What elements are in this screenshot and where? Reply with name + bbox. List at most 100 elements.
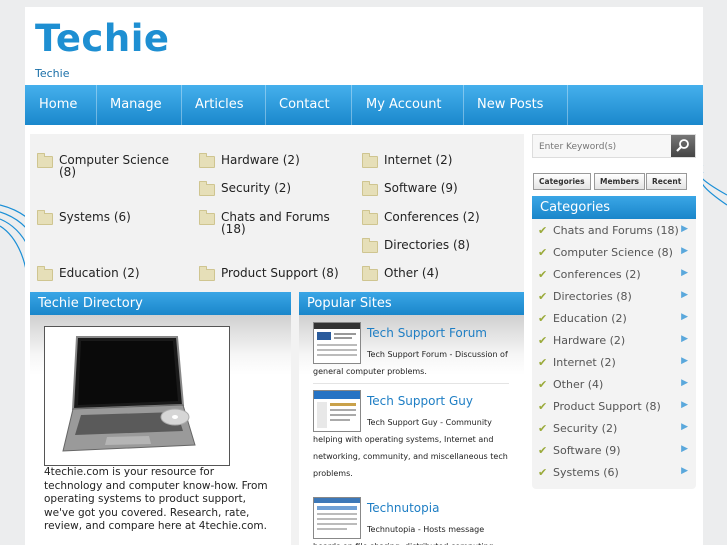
check-icon: ✔: [538, 466, 548, 479]
nav-new-posts[interactable]: New Posts: [463, 85, 568, 125]
site-link-tech-support-guy[interactable]: Tech Support Guy: [367, 394, 473, 408]
arrow-right-icon: ▶: [681, 290, 688, 300]
directory-description: 4techie.com is your resource for technol…: [44, 466, 268, 532]
tab-members[interactable]: Members: [594, 173, 645, 190]
sidebar-item-label: Systems (6): [553, 466, 619, 479]
category-label: Conferences (2): [384, 210, 480, 224]
sidebar-item-chats-and-forums[interactable]: ✔ Chats and Forums (18) ▶: [532, 222, 696, 242]
site-description: Technutopia - Hosts message boards on fi…: [313, 525, 494, 545]
check-icon: ✔: [538, 444, 548, 457]
nav-manage[interactable]: Manage: [96, 85, 182, 125]
check-icon: ✔: [538, 312, 548, 325]
sidebar-tabs: Categories Members Recent: [532, 173, 696, 191]
arrow-right-icon: ▶: [681, 268, 688, 278]
sidebar-item-computer-science[interactable]: ✔ Computer Science (8) ▶: [532, 244, 696, 264]
site-link-tech-support-forum[interactable]: Tech Support Forum: [367, 326, 487, 340]
check-icon: ✔: [538, 378, 548, 391]
arrow-right-icon: ▶: [681, 246, 688, 256]
search-box: [532, 134, 696, 159]
category-label: Computer Science (8): [59, 153, 169, 179]
arrow-right-icon: ▶: [681, 356, 688, 366]
folder-icon: [362, 210, 378, 225]
sidebar-item-label: Computer Science (8): [553, 246, 673, 259]
folder-icon: [199, 153, 215, 168]
nav-contact[interactable]: Contact: [265, 85, 352, 125]
main-content: Computer Science (8) Hardware (2) Intern…: [30, 134, 524, 545]
folder-icon: [362, 238, 378, 253]
site-title[interactable]: Techie: [35, 17, 169, 60]
arrow-right-icon: ▶: [681, 312, 688, 322]
arrow-right-icon: ▶: [681, 224, 688, 234]
sidebar-item-label: Software (9): [553, 444, 621, 457]
check-icon: ✔: [538, 290, 548, 303]
sidebar-item-label: Hardware (2): [553, 334, 626, 347]
popular-site-entry[interactable]: Technutopia Technutopia - Hosts message …: [299, 491, 510, 545]
folder-icon: [362, 266, 378, 281]
page-container: Techie Techie Home Manage Articles Conta…: [25, 7, 703, 545]
directory-box: 4techie.com is your resource for technol…: [30, 315, 291, 545]
category-label: Software (9): [384, 181, 458, 195]
main-nav: Home Manage Articles Contact My Account …: [25, 85, 703, 125]
search-icon: [676, 139, 689, 152]
search-button[interactable]: [671, 135, 695, 157]
categories-panel: Categories ✔ Chats and Forums (18) ▶ ✔ Comp…: [532, 196, 696, 489]
nav-home[interactable]: Home: [25, 85, 97, 125]
tab-recent[interactable]: Recent: [646, 173, 688, 190]
sidebar-item-product-support[interactable]: ✔ Product Support (8) ▶: [532, 398, 696, 418]
folder-icon: [362, 153, 378, 168]
sidebar-item-label: Security (2): [553, 422, 618, 435]
folder-icon: [37, 153, 53, 168]
arrow-right-icon: ▶: [681, 444, 688, 454]
categories-heading: Categories: [532, 196, 696, 219]
sidebar-item-conferences[interactable]: ✔ Conferences (2) ▶: [532, 266, 696, 286]
site-description: Tech Support Forum - Discussion of gener…: [313, 350, 508, 376]
check-icon: ✔: [538, 400, 548, 413]
arrow-right-icon: ▶: [681, 400, 688, 410]
nav-articles[interactable]: Articles: [181, 85, 266, 125]
nav-my-account[interactable]: My Account: [352, 85, 464, 125]
check-icon: ✔: [538, 268, 548, 281]
popular-sites-heading: Popular Sites: [299, 292, 524, 315]
tab-categories[interactable]: Categories: [533, 173, 591, 190]
sidebar-item-label: Education (2): [553, 312, 627, 325]
folder-icon: [37, 210, 53, 225]
check-icon: ✔: [538, 224, 548, 237]
sidebar-item-directories[interactable]: ✔ Directories (8) ▶: [532, 288, 696, 308]
search-input[interactable]: [533, 135, 679, 159]
popular-sites-box: Tech Support Forum Tech Support Forum - …: [299, 315, 524, 545]
sidebar-item-label: Other (4): [553, 378, 604, 391]
sidebar-item-systems[interactable]: ✔ Systems (6) ▶: [532, 464, 696, 484]
sidebar-item-security[interactable]: ✔ Security (2) ▶: [532, 420, 696, 440]
sidebar-item-label: Product Support (8): [553, 400, 661, 413]
sidebar-item-label: Internet (2): [553, 356, 616, 369]
category-label: Product Support (8): [221, 266, 339, 280]
category-label: Systems (6): [59, 210, 131, 224]
category-label: Security (2): [221, 181, 292, 195]
sidebar-item-hardware[interactable]: ✔ Hardware (2) ▶: [532, 332, 696, 352]
category-grid: Computer Science (8) Hardware (2) Intern…: [30, 134, 524, 284]
sidebar-item-label: Conferences (2): [553, 268, 641, 281]
arrow-right-icon: ▶: [681, 378, 688, 388]
popular-site-entry[interactable]: Tech Support Guy Tech Support Guy - Comm…: [299, 385, 510, 485]
folder-icon: [37, 266, 53, 281]
sidebar-item-software[interactable]: ✔ Software (9) ▶: [532, 442, 696, 462]
laptop-icon: [62, 336, 196, 452]
folder-icon: [199, 181, 215, 196]
sidebar-item-label: Directories (8): [553, 290, 632, 303]
category-label: Directories (8): [384, 238, 470, 252]
sidebar-item-internet[interactable]: ✔ Internet (2) ▶: [532, 354, 696, 374]
divider: [313, 383, 509, 384]
site-description: Tech Support Guy - Community helping wit…: [313, 418, 508, 478]
site-link-technutopia[interactable]: Technutopia: [367, 501, 439, 515]
check-icon: ✔: [538, 356, 548, 369]
category-label: Other (4): [384, 266, 439, 280]
sidebar-item-education[interactable]: ✔ Education (2) ▶: [532, 310, 696, 330]
sidebar-item-other[interactable]: ✔ Other (4) ▶: [532, 376, 696, 396]
check-icon: ✔: [538, 246, 548, 259]
popular-site-entry[interactable]: Tech Support Forum Tech Support Forum - …: [299, 315, 510, 385]
folder-icon: [362, 181, 378, 196]
sidebar-item-label: Chats and Forums (18): [553, 224, 679, 237]
arrow-right-icon: ▶: [681, 334, 688, 344]
arrow-right-icon: ▶: [681, 422, 688, 432]
category-label: Chats and Forums (18): [221, 210, 330, 236]
